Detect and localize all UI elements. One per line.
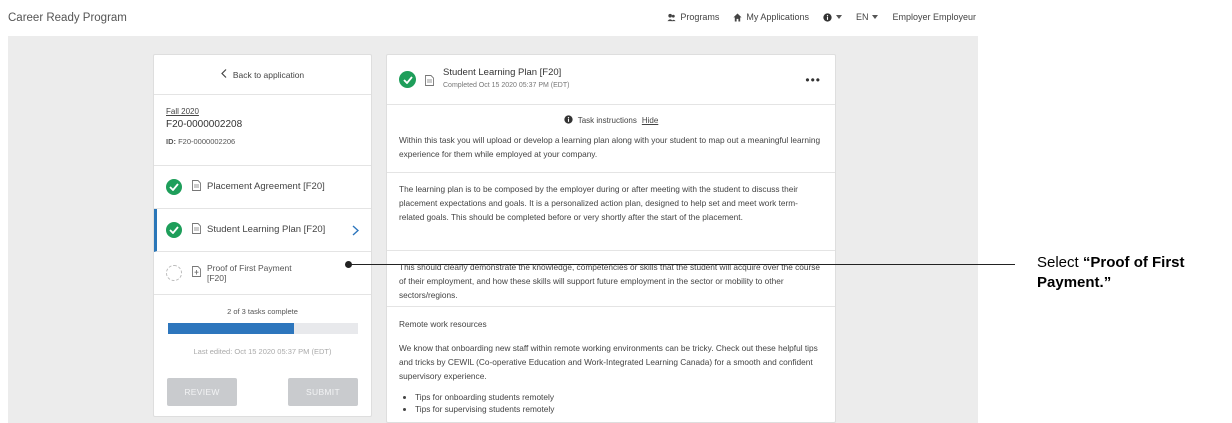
document-icon [192, 178, 201, 196]
task-student-learning-plan[interactable]: Student Learning Plan [F20] [154, 209, 371, 252]
nav-my-applications-label: My Applications [746, 12, 809, 22]
language-label: EN [855, 12, 869, 22]
task-placement-agreement[interactable]: Placement Agreement [F20] [154, 166, 371, 209]
more-options-button[interactable]: ••• [805, 73, 821, 87]
programs-icon [667, 13, 676, 22]
back-label: Back to application [232, 69, 305, 80]
task-proof-of-first-payment[interactable]: Proof of First Payment [F20] [154, 252, 371, 295]
task-detail-header: Student Learning Plan [F20] Completed Oc… [387, 55, 835, 105]
task-completed-date: Completed Oct 15 2020 05:37 PM (EDT) [443, 82, 570, 89]
hide-instructions-link[interactable]: Hide [642, 116, 658, 125]
callout-prefix: Select [1037, 254, 1083, 271]
upload-document-icon [192, 264, 201, 282]
progress-bar [167, 323, 358, 334]
nav-programs[interactable]: Programs [667, 12, 719, 22]
language-menu[interactable]: EN [856, 12, 879, 22]
user-name: Employer Employeur [892, 12, 976, 22]
top-nav-bar: Career Ready Program Programs My Applica… [0, 0, 990, 36]
annotation-pointer-dot [345, 261, 352, 268]
progress-section: 2 of 3 tasks complete Last edited: Oct 1… [154, 295, 371, 356]
task-title: Student Learning Plan [F20] [443, 67, 562, 78]
task-label: Proof of First Payment [F20] [207, 262, 292, 283]
review-button[interactable]: REVIEW [167, 378, 237, 406]
last-edited: Last edited: Oct 15 2020 05:37 PM (EDT) [193, 347, 332, 356]
help-menu[interactable] [823, 12, 842, 22]
task-instructions-toggle: Task instructions Hide [387, 115, 835, 126]
chevron-right-icon [352, 223, 360, 241]
check-circle-icon [399, 71, 416, 88]
brand-title[interactable]: Career Ready Program [8, 12, 127, 24]
top-nav-links: Programs My Applications EN Employer Emp… [667, 12, 976, 22]
progress-text: 2 of 3 tasks complete [227, 307, 298, 316]
task-label: Student Learning Plan [F20] [207, 224, 326, 236]
info-icon [564, 115, 573, 126]
home-icon [733, 12, 742, 22]
caret-down-icon [872, 15, 879, 19]
instructions-paragraph: Within this task you will upload or deve… [387, 133, 835, 173]
document-icon [192, 221, 201, 239]
check-circle-icon [166, 179, 182, 195]
resource-link[interactable]: Tips for onboarding students remotely [415, 391, 835, 403]
annotation-callout: Select “Proof of First Payment.” [1037, 253, 1232, 293]
id-label: ID: [166, 137, 176, 146]
resource-link[interactable]: Tips for supervising students remotely [415, 403, 835, 415]
id-value: F20-0000002206 [178, 137, 236, 146]
resource-links: Tips for onboarding students remotely Ti… [387, 391, 835, 415]
user-menu[interactable]: Employer Employeur [892, 12, 976, 22]
document-icon [425, 73, 434, 91]
action-buttons: REVIEW SUBMIT [154, 378, 371, 406]
check-circle-icon [166, 222, 182, 238]
instructions-paragraph: This should clearly demonstrate the know… [387, 260, 835, 307]
task-detail-panel: Student Learning Plan [F20] Completed Oc… [386, 54, 836, 423]
info-icon [823, 12, 832, 22]
application-number: F20-0000002208 [166, 119, 243, 130]
task-list-panel: Back to application Fall 2020 F20-000000… [153, 54, 372, 417]
nav-programs-label: Programs [680, 12, 720, 22]
caret-down-icon [835, 15, 842, 19]
chevron-left-icon [220, 69, 227, 80]
progress-bar-fill [167, 323, 295, 334]
incomplete-circle-icon [166, 265, 182, 281]
submit-button[interactable]: SUBMIT [288, 378, 358, 406]
instructions-label: Task instructions [577, 116, 637, 125]
remote-resources-heading: Remote work resources [399, 319, 487, 329]
application-info: Fall 2020 F20-0000002208 ID: F20-0000002… [154, 95, 371, 166]
term-link[interactable]: Fall 2020 [166, 107, 359, 116]
task-label: Placement Agreement [F20] [207, 181, 325, 193]
back-to-application-link[interactable]: Back to application [154, 55, 371, 95]
instructions-paragraph: We know that onboarding new staff within… [399, 343, 818, 381]
nav-my-applications[interactable]: My Applications [733, 12, 809, 22]
instructions-paragraph: The learning plan is to be composed by t… [387, 182, 835, 251]
application-id: ID: F20-0000002206 [166, 137, 359, 146]
annotation-pointer-line [348, 264, 1015, 265]
